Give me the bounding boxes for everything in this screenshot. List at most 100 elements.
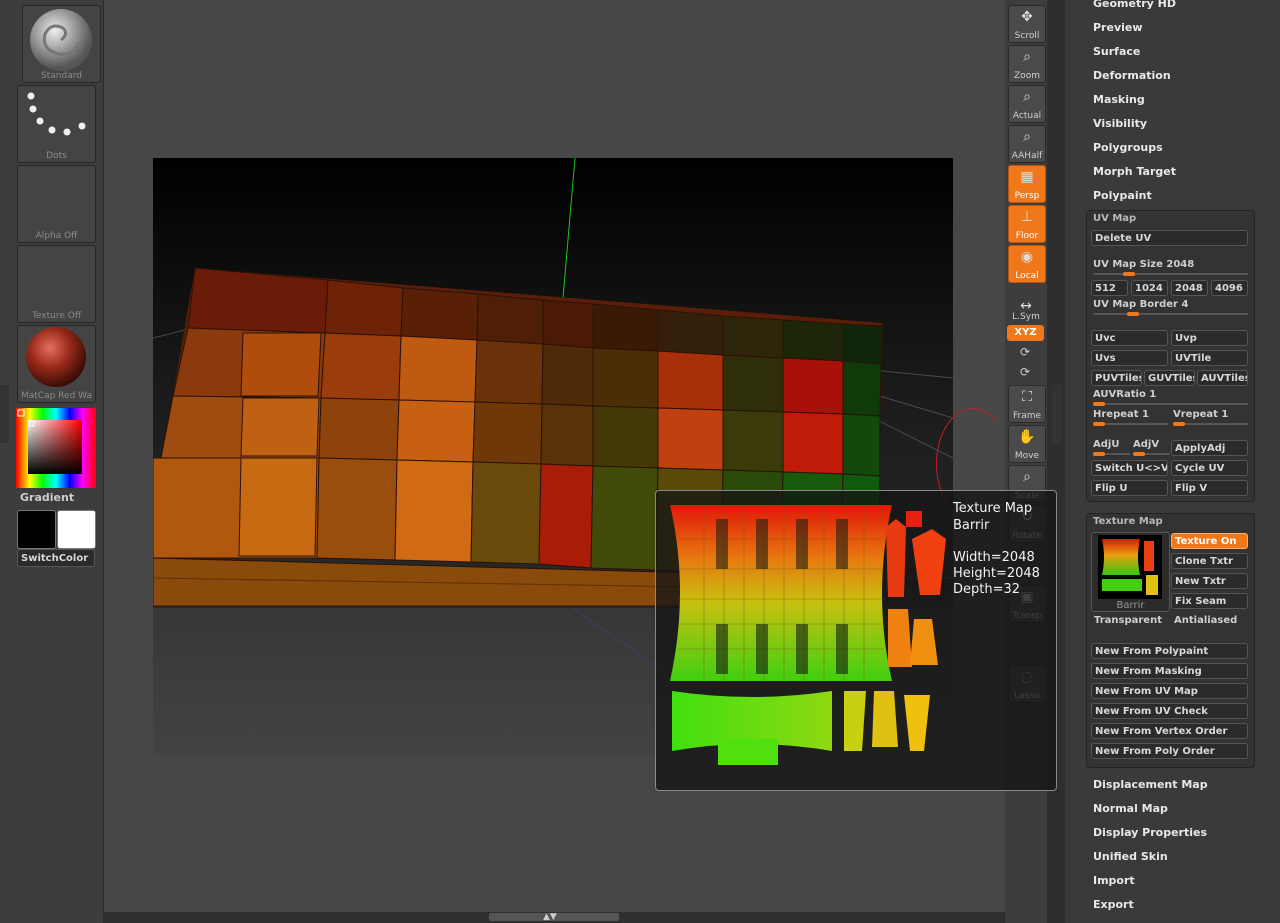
switch-uv-button[interactable]: Switch U<>V — [1091, 460, 1168, 476]
alpha-selector[interactable]: Alpha Off — [17, 165, 96, 243]
menu-masking[interactable]: Masking — [1093, 93, 1145, 106]
clone-txtr-button[interactable]: Clone Txtr — [1171, 553, 1248, 569]
menu-deformation[interactable]: Deformation — [1093, 69, 1171, 82]
vrepeat-slider[interactable]: Vrepeat 1 — [1173, 409, 1248, 426]
texture-thumbnail[interactable]: Barrir — [1091, 532, 1170, 612]
uv-map-title[interactable]: UV Map — [1093, 213, 1136, 224]
rotate-y-icon[interactable]: ⟳ — [1020, 345, 1030, 359]
uvtile-button[interactable]: UVTile — [1171, 350, 1248, 366]
tool-zoom[interactable]: ⌕ Zoom — [1008, 45, 1046, 83]
guvtiles-button[interactable]: GUVTiles — [1144, 370, 1195, 386]
tool-l-sym[interactable]: ↔ L.Sym — [1008, 295, 1044, 323]
stroke-selector[interactable]: Dots — [17, 85, 96, 163]
local-icon: ◉ — [1020, 249, 1034, 265]
adjv-label: AdjV — [1133, 439, 1160, 450]
uvc-button[interactable]: Uvc — [1091, 330, 1168, 346]
texture-map-title[interactable]: Texture Map — [1093, 516, 1163, 527]
uv-size-512-button[interactable]: 512 — [1091, 280, 1128, 296]
auvratio-slider[interactable]: AUVRatio 1 — [1093, 389, 1248, 406]
transparent-toggle[interactable]: Transparent — [1094, 615, 1162, 626]
hrepeat-slider[interactable]: Hrepeat 1 — [1093, 409, 1168, 426]
tool-persp[interactable]: ▦ Persp — [1008, 165, 1046, 203]
switch-color-button[interactable]: SwitchColor — [17, 549, 95, 567]
uv-map-size-slider[interactable]: UV Map Size 2048 — [1093, 259, 1248, 276]
uv-size-4096-button[interactable]: 4096 — [1211, 280, 1248, 296]
main-color-swatch[interactable] — [17, 510, 56, 549]
applyadj-button[interactable]: ApplyAdj — [1171, 440, 1248, 456]
xyz-label: XYZ — [1014, 327, 1037, 338]
popup-width: Width=2048 — [953, 550, 1035, 565]
tool-frame[interactable]: ⛶ Frame — [1008, 385, 1046, 423]
menu-export[interactable]: Export — [1093, 898, 1134, 911]
adju-slider[interactable]: AdjU — [1093, 439, 1130, 456]
new-from-uv-map-button[interactable]: New From UV Map — [1091, 683, 1248, 699]
floor-icon: ⊥ — [1020, 209, 1034, 225]
new-from-masking-button[interactable]: New From Masking — [1091, 663, 1248, 679]
alpha-label: Alpha Off — [35, 231, 78, 241]
tool-scroll[interactable]: ✥ Scroll — [1008, 5, 1046, 43]
auvtiles-button[interactable]: AUVTiles — [1197, 370, 1248, 386]
flip-u-button[interactable]: Flip U — [1091, 480, 1168, 496]
new-from-polypaint-button[interactable]: New From Polypaint — [1091, 643, 1248, 659]
material-label: MatCap Red Wa — [21, 391, 92, 401]
material-selector[interactable]: MatCap Red Wa — [17, 325, 96, 403]
menu-unified-skin[interactable]: Unified Skin — [1093, 850, 1168, 863]
menu-polypaint[interactable]: Polypaint — [1093, 189, 1152, 202]
left-shelf: Standard Dots Alpha Off Texture Off MatC… — [0, 0, 103, 923]
rotate-z-icon[interactable]: ⟳ — [1020, 365, 1030, 379]
cycle-uv-button[interactable]: Cycle UV — [1171, 460, 1248, 476]
menu-polygroups[interactable]: Polygroups — [1093, 141, 1163, 154]
antialiased-toggle[interactable]: Antialiased — [1174, 615, 1237, 626]
uvs-button[interactable]: Uvs — [1091, 350, 1168, 366]
new-from-poly-order-button[interactable]: New From Poly Order — [1091, 743, 1248, 759]
texture-info-popup: Texture Map Barrir Width=2048 Height=204… — [655, 490, 1057, 791]
new-from-uv-check-button[interactable]: New From UV Check — [1091, 703, 1248, 719]
new-txtr-button[interactable]: New Txtr — [1171, 573, 1248, 589]
uv-map-border-slider[interactable]: UV Map Border 4 — [1093, 299, 1248, 316]
menu-morph-target[interactable]: Morph Target — [1093, 165, 1176, 178]
secondary-color-swatch[interactable] — [57, 510, 96, 549]
delete-uv-button[interactable]: Delete UV — [1091, 230, 1248, 246]
menu-displacement-map[interactable]: Displacement Map — [1093, 778, 1208, 791]
bottom-shelf-handle[interactable]: ▲▼ — [103, 912, 1005, 923]
xyz-symmetry-button[interactable]: XYZ — [1007, 325, 1044, 341]
color-picker[interactable] — [16, 408, 96, 488]
menu-geometry-hd[interactable]: Geometry HD — [1093, 0, 1176, 10]
tool-local[interactable]: ◉ Local — [1008, 245, 1046, 283]
hrepeat-label: Hrepeat 1 — [1093, 409, 1149, 420]
texture-selector[interactable]: Texture Off — [17, 245, 96, 323]
menu-surface[interactable]: Surface — [1093, 45, 1140, 58]
move-icon: ✋ — [1018, 429, 1036, 445]
new-from-vertex-order-button[interactable]: New From Vertex Order — [1091, 723, 1248, 739]
uvp-button[interactable]: Uvp — [1171, 330, 1248, 346]
flip-v-button[interactable]: Flip V — [1171, 480, 1248, 496]
tool-aahalf[interactable]: ⌕ AAHalf — [1008, 125, 1046, 163]
menu-display-properties[interactable]: Display Properties — [1093, 826, 1207, 839]
tool-label: AAHalf — [1011, 151, 1043, 161]
texture-label: Texture Off — [31, 311, 82, 321]
adjv-slider[interactable]: AdjV — [1133, 439, 1170, 456]
standard-brush-icon — [30, 9, 92, 71]
puvtiles-button[interactable]: PUVTiles — [1091, 370, 1142, 386]
tool-floor[interactable]: ⊥ Floor — [1008, 205, 1046, 243]
vrepeat-label: Vrepeat 1 — [1173, 409, 1229, 420]
tool-actual[interactable]: ⌕ Actual — [1008, 85, 1046, 123]
uv-map-size-label: UV Map Size 2048 — [1093, 259, 1195, 270]
brush-selector[interactable]: Standard — [22, 5, 101, 83]
menu-normal-map[interactable]: Normal Map — [1093, 802, 1168, 815]
gradient-label: Gradient — [20, 491, 75, 504]
menu-visibility[interactable]: Visibility — [1093, 117, 1147, 130]
menu-import[interactable]: Import — [1093, 874, 1135, 887]
left-collapse-tab[interactable] — [0, 385, 9, 443]
uv-size-2048-button[interactable]: 2048 — [1171, 280, 1208, 296]
fix-seam-button[interactable]: Fix Seam — [1171, 593, 1248, 609]
uv-size-1024-button[interactable]: 1024 — [1131, 280, 1168, 296]
menu-preview[interactable]: Preview — [1093, 21, 1143, 34]
texture-on-button[interactable]: Texture On — [1171, 533, 1248, 549]
right-collapse-tab[interactable] — [1052, 385, 1061, 443]
popup-depth: Depth=32 — [953, 582, 1021, 597]
tool-move[interactable]: ✋ Move — [1008, 425, 1046, 463]
uv-texture-preview — [670, 505, 946, 765]
tool-label: Actual — [1012, 111, 1042, 121]
aahalf-icon: ⌕ — [1023, 129, 1031, 145]
